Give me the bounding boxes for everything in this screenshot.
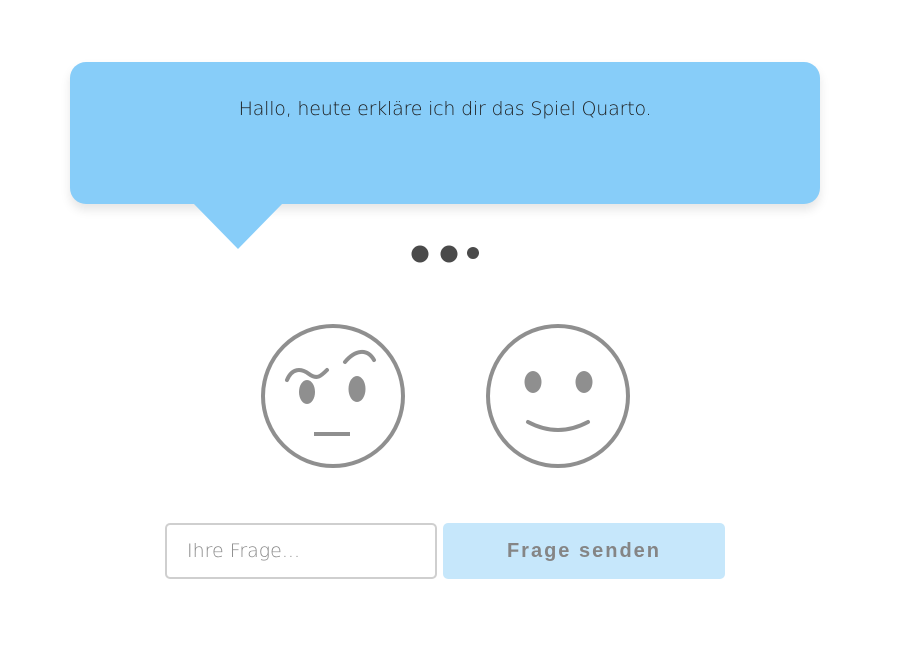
typing-dot — [411, 245, 429, 263]
smiling-face-icon — [486, 324, 630, 468]
typing-dot — [440, 245, 458, 263]
speech-bubble-tail — [193, 203, 283, 249]
speech-bubble: Hallo, heute erkläre ich dir das Spiel Q… — [70, 62, 820, 204]
send-question-button[interactable]: Frage senden — [443, 523, 725, 579]
typing-dot — [467, 247, 479, 259]
question-input[interactable] — [165, 523, 437, 579]
chat-stage: Hallo, heute erkläre ich dir das Spiel Q… — [0, 0, 907, 647]
skeptical-face-icon — [261, 324, 405, 468]
typing-indicator — [411, 245, 479, 263]
speech-bubble-text: Hallo, heute erkläre ich dir das Spiel Q… — [238, 98, 652, 120]
